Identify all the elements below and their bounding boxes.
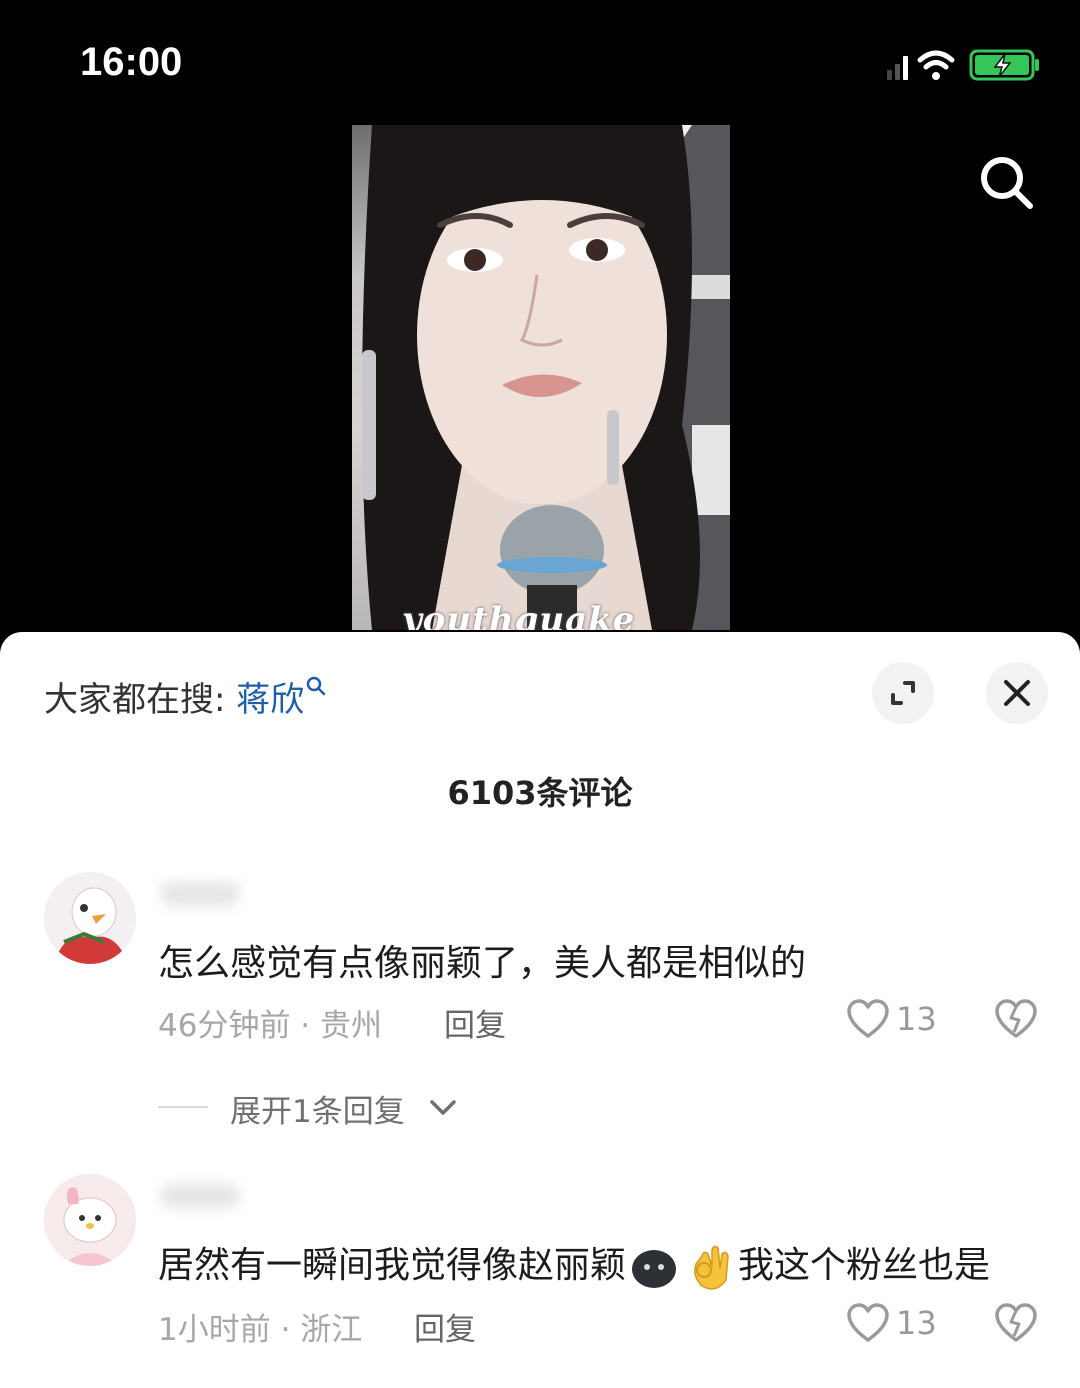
search-button[interactable] [972,148,1042,218]
status-icons [885,44,1045,88]
battery-charging-icon [969,49,1039,81]
status-bar: 16:00 [0,0,1080,110]
ok-hand-emoji [694,1245,729,1290]
reply-button[interactable]: 回复 [444,1000,506,1045]
close-icon [1004,680,1030,706]
comment-meta: 46分钟前 · 贵州 [158,1008,383,1044]
like-count: 13 [896,1304,937,1342]
expand-icon [891,681,915,705]
broken-heart-icon [995,999,1037,1038]
trending-prefix: 大家都在搜: [44,680,237,720]
dislike-button[interactable] [993,998,1039,1042]
wifi-icon [917,50,955,80]
heart-icon [847,999,889,1038]
search-icon [981,157,1033,209]
username-redacted [160,882,240,906]
expand-button[interactable] [872,662,934,724]
comment-meta: 1小时前 · 浙江 [158,1312,363,1348]
status-time: 16:00 [80,40,183,84]
heart-icon [847,1303,889,1342]
username-redacted [160,1184,240,1208]
dislike-button[interactable] [993,1302,1039,1346]
signal-icon [887,56,908,80]
avatar[interactable] [44,872,136,964]
video-frame[interactable]: youthquake [352,125,730,630]
broken-heart-icon [995,1303,1037,1342]
comments-sheet: 大家都在搜: 蒋欣 6103条评论 怎么感觉有点像丽颖了，美人都是相似的 46分… [0,632,1080,1388]
avatar[interactable] [44,1174,136,1266]
reply-button[interactable]: 回复 [414,1304,476,1349]
comment-text: 居然有一瞬间我觉得像赵丽颖 我这个粉丝也是 [158,1236,990,1292]
close-button[interactable] [986,662,1048,724]
dark-blob-emoji [632,1250,677,1288]
comment-count: 6103条评论 [447,774,633,812]
chevron-down-icon [430,1100,456,1115]
video-thumbnail-portrait [362,125,730,630]
small-search-icon [307,676,326,696]
divider-line [158,1106,208,1108]
avatar-image [44,1174,136,1266]
comment-text-part: 我这个粉丝也是 [738,1245,991,1286]
trending-keyword[interactable]: 蒋欣 [236,680,304,720]
like-count: 13 [896,1000,937,1038]
like-button[interactable]: 13 [846,998,942,1042]
expand-replies-label: 展开1条回复 [230,1094,405,1130]
like-button[interactable]: 13 [846,1302,942,1346]
comment-text-part: 居然有一瞬间我觉得像赵丽颖 [158,1245,627,1286]
comment-text: 怎么感觉有点像丽颖了，美人都是相似的 [158,943,807,984]
video-area[interactable]: youthquake [0,110,1080,635]
trending-search[interactable]: 大家都在搜: 蒋欣 [44,672,326,721]
video-watermark: youthquake [402,600,636,630]
avatar-image [44,872,136,964]
